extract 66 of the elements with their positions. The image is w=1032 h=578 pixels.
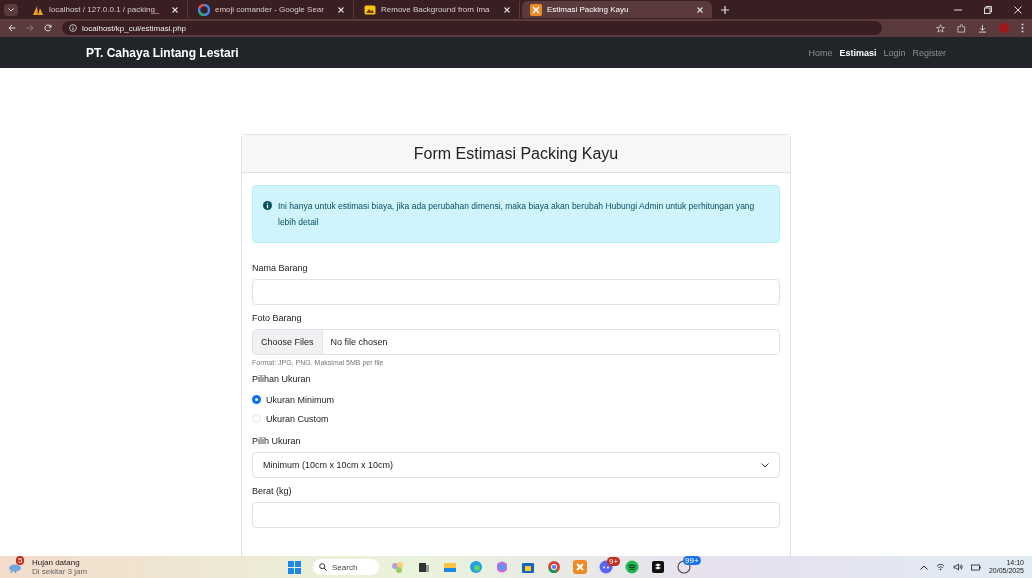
brand-name[interactable]: PT. Cahaya Lintang Lestari xyxy=(86,45,239,60)
radio-label[interactable]: Ukuran Minimum xyxy=(266,394,334,405)
close-icon[interactable] xyxy=(696,5,704,14)
field-label: Nama Barang xyxy=(252,263,309,273)
close-icon[interactable] xyxy=(503,5,511,14)
browser-tab[interactable]: localhost / 127.0.0.1 / packing_ xyxy=(24,1,188,18)
spotify-icon[interactable] xyxy=(625,560,639,574)
nav-link[interactable]: Login xyxy=(883,47,906,58)
input-field[interactable] xyxy=(252,279,780,305)
search-icon xyxy=(319,563,327,571)
speaker-icon[interactable] xyxy=(952,563,963,571)
close-icon[interactable] xyxy=(171,5,179,14)
chevron-up-icon[interactable] xyxy=(919,564,928,570)
download-icon[interactable] xyxy=(978,23,987,33)
address-bar[interactable]: localhost/kp_cui/estimasi.php xyxy=(62,21,882,35)
new-tab-icon[interactable] xyxy=(720,4,730,15)
choose-files-button[interactable]: Choose Files xyxy=(253,330,323,354)
file-input[interactable]: Choose Files No file chosen xyxy=(252,329,780,355)
info-icon[interactable] xyxy=(69,24,77,32)
input-field[interactable] xyxy=(252,502,780,528)
info-icon xyxy=(263,201,272,210)
minimize-icon[interactable] xyxy=(954,8,962,11)
radio-label[interactable]: Ukuran Custom xyxy=(266,413,329,424)
nav-link[interactable]: Register xyxy=(912,47,946,58)
browser-tab[interactable]: emoji comander - Google Sear xyxy=(190,1,354,18)
browser-tab[interactable]: Remove Background from Ima xyxy=(356,1,520,18)
tab-search-button[interactable] xyxy=(4,3,18,16)
notification-badge: 9+ xyxy=(607,557,621,566)
field-label: Berat (kg) xyxy=(252,486,293,496)
image-icon xyxy=(364,3,376,16)
nav-link[interactable]: Home xyxy=(808,47,833,58)
notification-badge: 99+ xyxy=(683,556,701,565)
store-icon[interactable] xyxy=(521,560,535,574)
weather-subtitle: Di sekitar 3 jam xyxy=(32,567,88,576)
caret-icon xyxy=(761,462,769,468)
puzzle-icon[interactable] xyxy=(957,23,966,33)
close-icon[interactable] xyxy=(1014,5,1022,14)
reload-icon[interactable] xyxy=(44,24,52,32)
battery-icon[interactable] xyxy=(970,563,981,571)
star-icon[interactable] xyxy=(936,23,945,33)
card-title: Form Estimasi Packing Kayu xyxy=(413,144,619,163)
notification-badge: 5 xyxy=(16,556,25,565)
close-icon[interactable] xyxy=(337,5,345,14)
folder-icon[interactable] xyxy=(443,560,457,574)
alert-text: Ini hanya untuk estimasi biaya, jika ada perubahan dimensi, maka biaya akan berubah Hubungi Admin untuk perhitungan yang lebih detail xyxy=(278,200,756,229)
restore-icon[interactable] xyxy=(984,5,992,14)
field-label: Pilihan Ukuran xyxy=(252,374,312,384)
menu-icon[interactable] xyxy=(1021,23,1024,33)
browser-tab[interactable]: Estimasi Packing Kayu xyxy=(522,1,712,18)
forward-icon[interactable] xyxy=(26,24,34,32)
radio-button[interactable] xyxy=(252,395,261,404)
chrome-icon[interactable] xyxy=(547,560,561,574)
file-status: No file chosen xyxy=(329,337,388,347)
search-field[interactable]: Search xyxy=(313,559,379,575)
xampp-icon xyxy=(530,3,542,16)
nav-link[interactable]: Estimasi xyxy=(839,47,877,58)
wifi-icon[interactable] xyxy=(935,563,945,571)
caret-icon xyxy=(8,7,14,12)
back-icon[interactable] xyxy=(8,24,16,32)
weather-title[interactable]: Hujan datang xyxy=(32,558,88,567)
google-icon xyxy=(198,3,210,16)
task-view-icon[interactable] xyxy=(417,560,431,574)
field-label: Foto Barang xyxy=(252,313,303,323)
field-label: Pilih Ukuran xyxy=(252,436,302,446)
size-dropdown[interactable]: Minimum (10cm x 10cm x 10cm) xyxy=(252,452,780,478)
windows-icon[interactable] xyxy=(288,560,301,574)
